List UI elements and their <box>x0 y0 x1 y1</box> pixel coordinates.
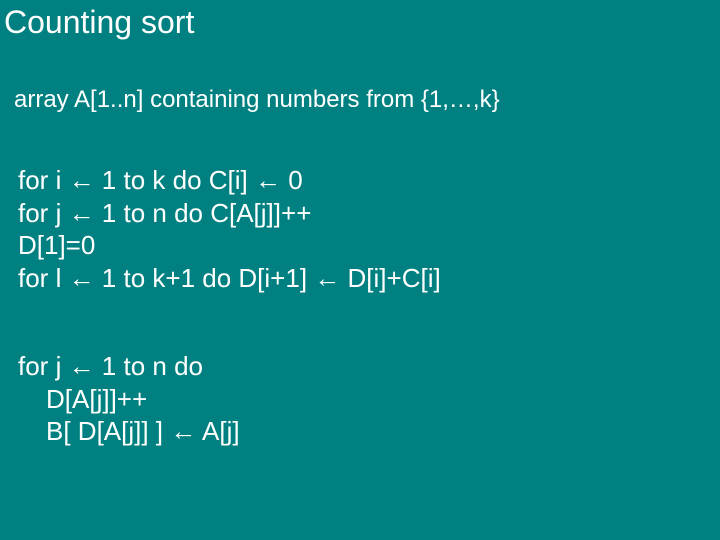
left-arrow-icon: ← <box>69 165 95 195</box>
code-line: for j ← 1 to n do C[A[j]]++ <box>18 197 441 230</box>
code-line: D[A[j]]++ <box>18 383 240 416</box>
code-line: D[1]=0 <box>18 229 441 262</box>
code-block-2: for j ← 1 to n do D[A[j]]++ B[ D[A[j]] ]… <box>18 350 240 448</box>
left-arrow-icon: ← <box>170 416 196 446</box>
left-arrow-icon: ← <box>69 198 95 228</box>
left-arrow-icon: ← <box>255 165 281 195</box>
code-block-1: for i ← 1 to k do C[i] ← 0 for j ← 1 to … <box>18 164 441 294</box>
left-arrow-icon: ← <box>69 263 95 293</box>
code-line: for l ← 1 to k+1 do D[i+1] ← D[i]+C[i] <box>18 262 441 295</box>
code-text: 1 to k+1 do D[i+1] <box>95 263 315 293</box>
code-text: for j <box>18 351 69 381</box>
code-text: D[i]+C[i] <box>340 263 440 293</box>
left-arrow-icon: ← <box>69 351 95 381</box>
slide: Counting sort array A[1..n] containing n… <box>0 0 720 540</box>
code-text: 1 to n do <box>95 351 203 381</box>
code-text: 0 <box>281 165 303 195</box>
code-text: B[ D[A[j]] ] <box>46 416 170 446</box>
code-line: B[ D[A[j]] ] ← A[j] <box>18 415 240 448</box>
code-text: for j <box>18 198 69 228</box>
code-text: 1 to k do C[i] <box>95 165 255 195</box>
code-line: for i ← 1 to k do C[i] ← 0 <box>18 164 441 197</box>
slide-subtitle: array A[1..n] containing numbers from {1… <box>14 86 500 114</box>
code-text: for l <box>18 263 69 293</box>
code-text: for i <box>18 165 69 195</box>
code-text: A[j] <box>196 416 239 446</box>
slide-title: Counting sort <box>4 4 194 41</box>
left-arrow-icon: ← <box>314 263 340 293</box>
code-line: for j ← 1 to n do <box>18 350 240 383</box>
code-text: 1 to n do C[A[j]]++ <box>95 198 312 228</box>
